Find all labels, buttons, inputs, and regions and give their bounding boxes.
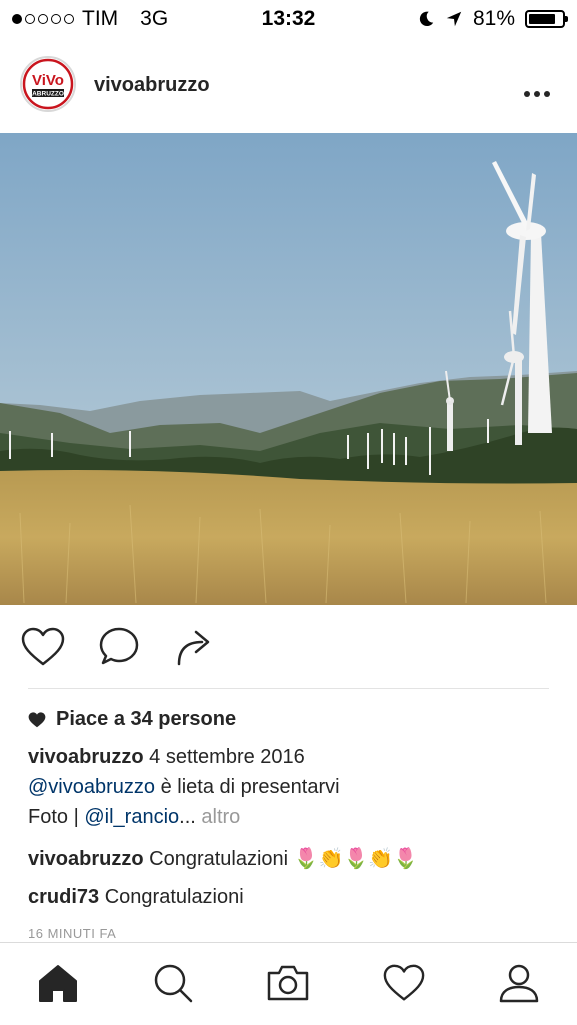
bottom-tab-bar [0, 942, 577, 1025]
battery-percent: 81% [472, 7, 515, 30]
tab-search[interactable] [151, 961, 195, 1010]
home-icon [39, 965, 77, 1002]
tab-camera[interactable] [265, 961, 311, 1010]
comment-text: Congratulazioni 🌷👏🌷👏🌷 [149, 848, 419, 870]
comment-username[interactable]: crudi73 [28, 886, 99, 908]
post-actions [0, 620, 577, 676]
like-button[interactable] [20, 626, 66, 673]
actions-divider [28, 688, 549, 689]
battery-icon [525, 10, 568, 28]
caption-date: 4 settembre 2016 [149, 746, 305, 768]
status-right: 81% [417, 7, 568, 31]
tab-activity[interactable] [382, 961, 426, 1010]
comment-button[interactable] [98, 626, 140, 673]
svg-text:ABRUZZO: ABRUZZO [32, 91, 64, 98]
post-photo[interactable] [0, 133, 577, 605]
comment-bubble-icon [99, 627, 139, 665]
caption-mention-il-rancio[interactable]: @il_rancio [84, 806, 179, 828]
likes-count[interactable]: Piace a 34 persone [28, 708, 236, 731]
caption-text-line2: Foto | [28, 806, 79, 828]
caption-username[interactable]: vivoabruzzo [28, 746, 144, 768]
heart-outline-icon [21, 627, 65, 666]
heart-icon [383, 964, 425, 1001]
post-caption: vivoabruzzo 4 settembre 2016 @vivoabruzz… [28, 742, 548, 832]
caption-mention-vivoabruzzo[interactable]: @vivoabruzzo [28, 776, 155, 798]
camera-icon [267, 965, 309, 1001]
likes-label: Piace a 34 persone [56, 708, 237, 730]
more-options-icon[interactable] [523, 74, 551, 105]
heart-filled-icon [28, 711, 46, 727]
post-username[interactable]: vivoabruzzo [94, 74, 210, 97]
location-arrow-icon [446, 11, 462, 27]
caption-more-link[interactable]: altro [201, 806, 240, 828]
avatar[interactable]: ViVo ABRUZZO [20, 56, 76, 112]
caption-ellipsis: ... [179, 806, 196, 828]
share-arrow-icon [177, 630, 210, 666]
comment-username[interactable]: vivoabruzzo [28, 848, 144, 870]
vivo-abruzzo-logo: ViVo ABRUZZO [22, 58, 74, 110]
svg-text:ViVo: ViVo [32, 72, 64, 89]
comment-item: vivoabruzzo Congratulazioni 🌷👏🌷👏🌷 [28, 846, 418, 871]
profile-icon [499, 964, 539, 1003]
share-button[interactable] [174, 626, 216, 673]
tab-profile[interactable] [497, 961, 541, 1010]
tab-home[interactable] [36, 961, 80, 1010]
post-time-ago: 16 MINUTI FA [28, 926, 117, 941]
wind-farm-landscape-image [0, 133, 577, 605]
comment-item: crudi73 Congratulazioni [28, 886, 244, 909]
post-header: ViVo ABRUZZO vivoabruzzo [0, 46, 577, 126]
search-icon [154, 964, 193, 1003]
caption-text-line1: è lieta di presentarvi [160, 776, 340, 798]
status-bar: TIM 3G 13:32 81% [0, 0, 577, 38]
moon-icon [419, 11, 434, 27]
comment-text: Congratulazioni [104, 886, 244, 908]
